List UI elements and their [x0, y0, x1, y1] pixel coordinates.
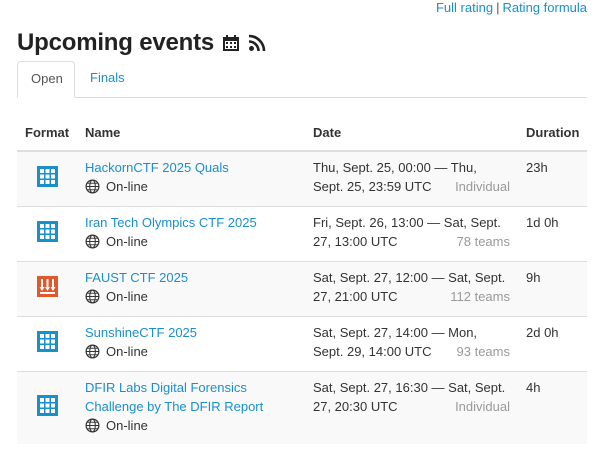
header-date: Date — [305, 115, 518, 152]
location-label: On-line — [106, 343, 148, 359]
format-cell — [17, 370, 77, 444]
rating-formula-link[interactable]: Rating formula — [502, 0, 587, 15]
format-cell — [17, 205, 77, 261]
globe-icon — [85, 344, 100, 358]
location: On-line — [85, 342, 297, 361]
jeopardy-icon[interactable] — [36, 394, 58, 416]
event-name-link[interactable]: DFIR Labs Digital Forensics Challenge by… — [85, 378, 297, 416]
name-cell: HackornCTF 2025 Quals On-line — [77, 150, 305, 206]
participants: 78 teams — [456, 233, 510, 249]
event-duration: 4h — [518, 370, 587, 444]
participants: Individual — [455, 398, 510, 414]
event-name-link[interactable]: Iran Tech Olympics CTF 2025 — [85, 213, 297, 232]
name-cell: DFIR Labs Digital Forensics Challenge by… — [77, 370, 305, 444]
location: On-line — [85, 177, 297, 196]
location-label: On-line — [106, 417, 148, 433]
title-row: Upcoming events — [17, 28, 266, 58]
location: On-line — [85, 232, 297, 251]
table-row: Iran Tech Olympics CTF 2025 On-line Fri,… — [17, 205, 587, 261]
rss-icon[interactable] — [248, 34, 266, 52]
globe-icon — [85, 234, 100, 248]
globe-icon — [85, 289, 100, 303]
jeopardy-icon[interactable] — [36, 330, 58, 352]
participants: 112 teams — [450, 288, 510, 304]
event-name-link[interactable]: FAUST CTF 2025 — [85, 268, 297, 287]
event-name-link[interactable]: SunshineCTF 2025 — [85, 323, 297, 342]
table-row: SunshineCTF 2025 On-line Sat, Sept. 27, … — [17, 315, 587, 371]
date-cell: Sat, Sept. 27, 16:30 — Sat, Sept. 27, 20… — [305, 370, 518, 444]
location-label: On-line — [106, 288, 148, 304]
participants: Individual — [455, 179, 510, 194]
jeopardy-icon[interactable] — [36, 220, 58, 242]
event-name-link[interactable]: HackornCTF 2025 Quals — [85, 158, 297, 177]
table-row: HackornCTF 2025 Quals On-line Thu, Sept.… — [17, 150, 587, 206]
tab-open[interactable]: Open — [17, 61, 75, 98]
events-table: Format Name Date Duration HackornCTF 202… — [17, 115, 587, 444]
globe-icon — [85, 179, 100, 194]
format-cell — [17, 315, 77, 371]
page-title: Upcoming events — [17, 29, 215, 56]
table-header-row: Format Name Date Duration — [17, 115, 587, 152]
full-rating-link[interactable]: Full rating — [436, 0, 493, 15]
event-duration: 23h — [518, 150, 587, 206]
date-cell: Fri, Sept. 26, 13:00 — Sat, Sept. 27, 13… — [305, 205, 518, 261]
event-duration: 9h — [518, 260, 587, 316]
date-cell: Sat, Sept. 27, 12:00 — Sat, Sept. 27, 21… — [305, 260, 518, 316]
name-cell: SunshineCTF 2025 On-line — [77, 315, 305, 371]
header-name: Name — [77, 115, 305, 152]
globe-icon — [85, 418, 100, 432]
calendar-icon[interactable] — [222, 34, 240, 52]
participants: 93 teams — [456, 343, 510, 359]
table-row: DFIR Labs Digital Forensics Challenge by… — [17, 370, 587, 444]
location: On-line — [85, 416, 297, 435]
event-duration: 2d 0h — [518, 315, 587, 371]
name-cell: Iran Tech Olympics CTF 2025 On-line — [77, 205, 305, 261]
event-duration: 1d 0h — [518, 205, 587, 261]
location-label: On-line — [106, 179, 148, 194]
event-tabs: Open Finals — [17, 61, 587, 98]
location: On-line — [85, 287, 297, 306]
jeopardy-icon[interactable] — [36, 165, 58, 187]
format-cell — [17, 260, 77, 316]
attack-defense-icon[interactable] — [36, 275, 58, 297]
date-cell: Sat, Sept. 27, 14:00 — Mon, Sept. 29, 14… — [305, 315, 518, 371]
tab-finals[interactable]: Finals — [77, 61, 138, 98]
location-label: On-line — [106, 233, 148, 249]
format-cell — [17, 150, 77, 206]
header-duration: Duration — [518, 115, 587, 152]
header-format: Format — [17, 115, 77, 152]
name-cell: FAUST CTF 2025 On-line — [77, 260, 305, 316]
table-row: FAUST CTF 2025 On-line Sat, Sept. 27, 12… — [17, 260, 587, 316]
top-links: Full rating | Rating formula — [436, 0, 587, 16]
date-cell: Thu, Sept. 25, 00:00 — Thu, Sept. 25, 23… — [305, 150, 518, 206]
